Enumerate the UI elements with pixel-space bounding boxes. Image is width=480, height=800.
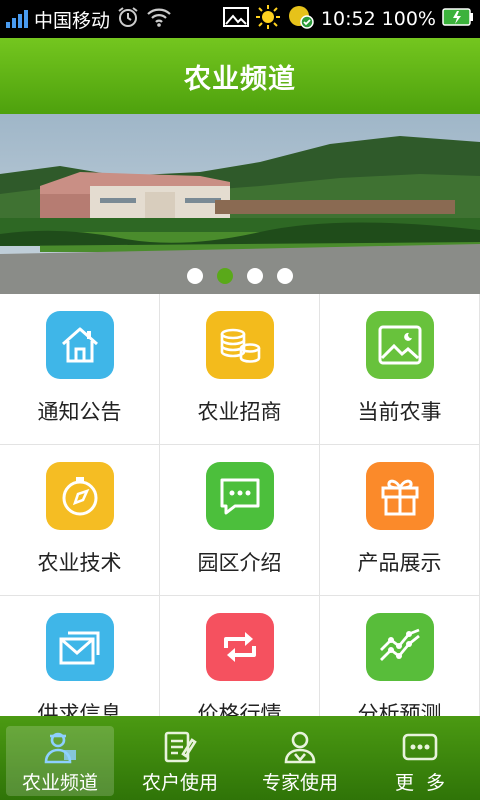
trend-icon — [366, 613, 434, 681]
nav-item-channel[interactable]: 农业频道 — [0, 716, 120, 800]
grid-item-investment[interactable]: 农业招商 — [160, 294, 320, 445]
bottom-navigation: 农业频道 农户使用 专家使用 更 多 — [0, 716, 480, 800]
banner-carousel[interactable] — [0, 114, 480, 294]
more-icon — [401, 730, 439, 764]
grid-item-label: 供求信息 — [37, 702, 122, 716]
notepad-icon — [162, 730, 198, 764]
alarm-icon — [116, 5, 140, 34]
nav-label: 农户使用 — [141, 772, 218, 794]
grid-item-label: 园区介绍 — [197, 551, 282, 575]
grid-item-notice[interactable]: 通知公告 — [0, 294, 160, 445]
chat-icon — [206, 462, 274, 530]
app-notification-icon — [287, 4, 315, 35]
battery-percent: 100% — [381, 8, 436, 30]
grid-item-label: 农业技术 — [37, 551, 122, 575]
status-bar: 中国移动 10:52 100% — [0, 0, 480, 38]
farmer-icon — [40, 730, 80, 764]
coins-icon — [206, 311, 274, 379]
park-building-photo — [0, 114, 480, 294]
compass-icon — [46, 462, 114, 530]
grid-item-technology[interactable]: 农业技术 — [0, 445, 160, 596]
nav-item-expert[interactable]: 专家使用 — [240, 716, 360, 800]
wifi-icon — [146, 6, 172, 33]
signal-icon — [6, 10, 28, 28]
grid-item-label: 分析预测 — [357, 702, 442, 716]
grid-item-prices[interactable]: 价格行情 — [160, 596, 320, 716]
grid-item-park-intro[interactable]: 园区介绍 — [160, 445, 320, 596]
house-icon — [46, 311, 114, 379]
grid-item-products[interactable]: 产品展示 — [320, 445, 480, 596]
grid-item-farming[interactable]: 当前农事 — [320, 294, 480, 445]
grid-item-label: 农业招商 — [197, 400, 282, 424]
grid-item-label: 当前农事 — [357, 400, 442, 424]
picture-icon — [366, 311, 434, 379]
sun-icon — [255, 4, 281, 35]
clock-time: 10:52 — [320, 8, 376, 30]
page-title-bar: 农业频道 — [0, 38, 480, 114]
image-icon — [222, 6, 249, 33]
expert-icon — [282, 730, 318, 764]
nav-label: 专家使用 — [261, 772, 338, 794]
grid-item-forecast[interactable]: 分析预测 — [320, 596, 480, 716]
grid-item-label: 价格行情 — [197, 702, 282, 716]
refresh-icon — [206, 613, 274, 681]
carousel-dot[interactable] — [277, 268, 293, 284]
carrier-name: 中国移动 — [34, 9, 111, 32]
grid-item-supply-demand[interactable]: 供求信息 — [0, 596, 160, 716]
carousel-indicator — [0, 268, 480, 284]
grid-item-label: 通知公告 — [37, 400, 122, 424]
battery-icon — [442, 7, 474, 31]
carousel-dot-active[interactable] — [217, 268, 233, 284]
nav-item-farmer[interactable]: 农户使用 — [120, 716, 240, 800]
mail-icon — [46, 613, 114, 681]
nav-item-more[interactable]: 更 多 — [360, 716, 480, 800]
feature-grid: 通知公告 农业招商 当前农事 农业技术 园区介绍 产品展示 供求信息 价格行情 … — [0, 294, 480, 716]
grid-item-label: 产品展示 — [357, 551, 442, 575]
carousel-dot[interactable] — [247, 268, 263, 284]
gift-icon — [366, 462, 434, 530]
carousel-dot[interactable] — [187, 268, 203, 284]
page-title: 农业频道 — [184, 63, 296, 95]
nav-label: 更 多 — [394, 772, 446, 794]
nav-label: 农业频道 — [21, 772, 98, 794]
